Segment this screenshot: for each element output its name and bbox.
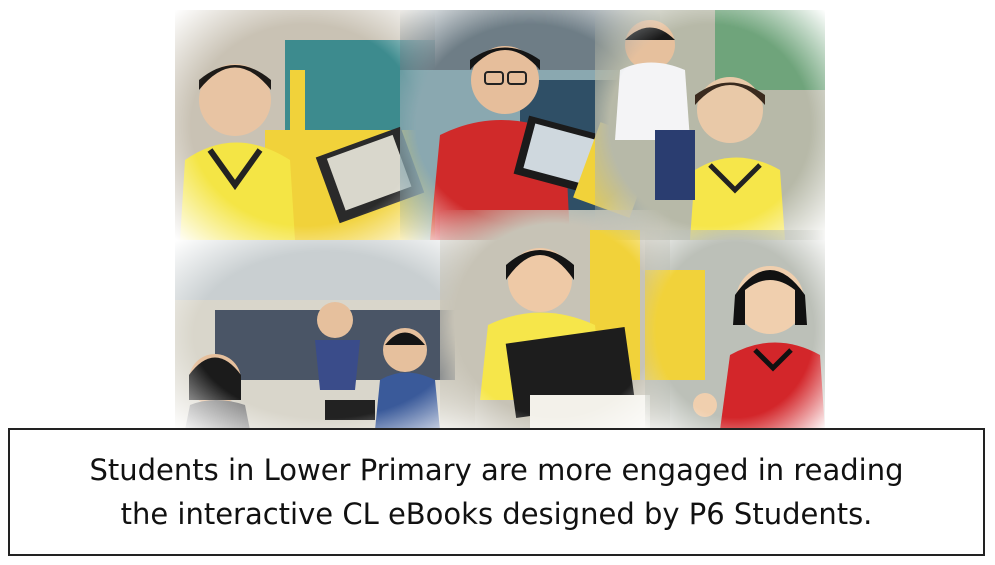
photo-bottom-middle-image: [440, 210, 670, 430]
photo-collage: [175, 10, 825, 430]
caption-line-2: the interactive CL eBooks designed by P6…: [120, 497, 873, 531]
caption-text: Students in Lower Primary are more engag…: [89, 448, 903, 536]
photo-top-right-image: [595, 10, 825, 240]
photo-bottom-left-image: [175, 240, 475, 430]
photo-bottom-right: [645, 230, 825, 430]
caption-line-1: Students in Lower Primary are more engag…: [89, 453, 904, 487]
photo-top-left-image: [175, 10, 435, 240]
photo-bottom-right-image: [645, 230, 825, 430]
photo-bottom-left: [175, 240, 475, 430]
photo-top-left: [175, 10, 435, 240]
caption-box: Students in Lower Primary are more engag…: [8, 428, 985, 556]
photo-bottom-middle: [440, 210, 670, 430]
photo-top-right: [595, 10, 825, 240]
